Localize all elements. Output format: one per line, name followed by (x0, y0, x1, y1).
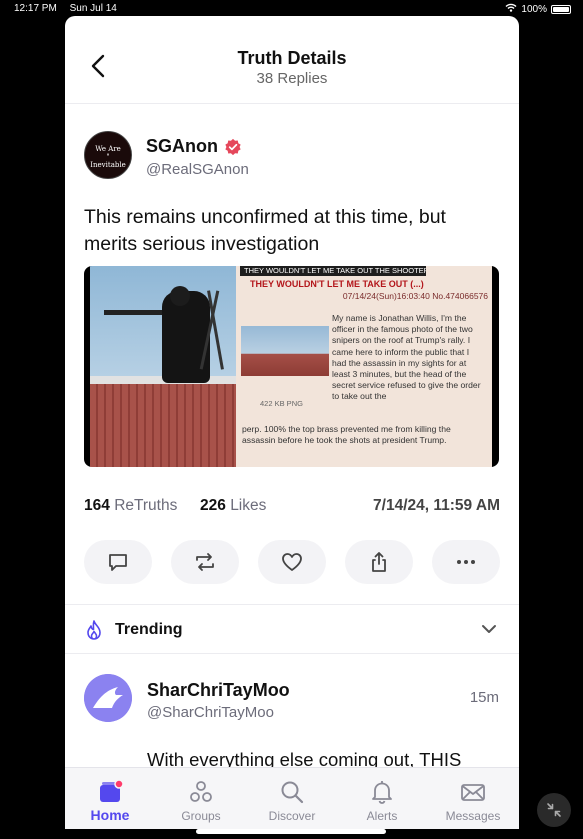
home-indicator[interactable] (196, 829, 386, 834)
handle[interactable]: @RealSGAnon (146, 161, 249, 178)
sniper-photo (90, 266, 236, 467)
share-icon (372, 552, 386, 572)
post-time: 15m (469, 689, 499, 706)
retruths-count: 164 (84, 497, 110, 514)
tab-bar: Home Groups Discover Alerts Messages (65, 767, 519, 829)
avatar[interactable]: We Are " Inevitable (84, 131, 132, 179)
screenshot-title: THEY WOULDN'T LET ME TAKE OUT (...) (250, 279, 424, 289)
avatar-text-line: We Are (95, 145, 121, 153)
screenshot-body: My name is Jonathan Willis, I'm the offi… (332, 313, 481, 402)
post-media[interactable]: THEY WOULDN'T LET ME TAKE OUT THE SHOOTE… (84, 266, 499, 467)
handle[interactable]: @SharChriTayMoo (147, 704, 274, 721)
trending-post[interactable]: SharChriTayMoo @SharChriTayMoo 15m With … (65, 664, 519, 774)
reply-button[interactable] (84, 540, 152, 584)
tab-groups[interactable]: Groups (156, 768, 246, 829)
post-stats: 164 ReTruths 226 Likes 7/14/24, 11:59 AM (84, 497, 500, 519)
groups-icon (190, 781, 212, 802)
likes-stat[interactable]: 226 Likes (200, 497, 266, 515)
tab-messages-label: Messages (445, 809, 501, 823)
truth-details-screen: Truth Details 38 Replies We Are " Inevit… (65, 16, 519, 829)
search-icon (281, 781, 304, 804)
like-button[interactable] (258, 540, 326, 584)
heart-icon (282, 553, 302, 571)
display-name[interactable]: SGAnon (146, 136, 242, 157)
tab-discover-label: Discover (268, 809, 316, 823)
tab-messages[interactable]: Messages (428, 768, 518, 829)
tab-home-label: Home (90, 807, 130, 823)
avatar-text-line: Inevitable (90, 161, 126, 169)
trending-label: Trending (115, 621, 183, 638)
more-icon (457, 560, 475, 564)
screenshot-body-continued: perp. 100% the top brass prevented me fr… (242, 424, 451, 446)
more-button[interactable] (432, 540, 500, 584)
post-timestamp: 7/14/24, 11:59 AM (373, 497, 500, 514)
retruths-label: ReTruths (114, 497, 178, 514)
flame-icon (87, 620, 101, 640)
chevron-down-icon (482, 625, 496, 633)
replies-count: 38 Replies (256, 70, 328, 87)
avatar[interactable] (84, 674, 132, 722)
display-name[interactable]: SharChriTayMoo (147, 680, 290, 701)
retruth-button[interactable] (171, 540, 239, 584)
battery-icon (551, 4, 571, 14)
status-time: 12:17 PM (14, 3, 57, 14)
bell-icon (372, 781, 392, 804)
tab-alerts[interactable]: Alerts (337, 768, 427, 829)
tab-discover[interactable]: Discover (247, 768, 337, 829)
tab-home[interactable]: Home (65, 768, 155, 829)
header: Truth Details 38 Replies (65, 16, 519, 104)
status-bar: 12:17 PM Sun Jul 14 100% (0, 0, 583, 16)
minimize-window-button[interactable] (537, 793, 571, 827)
verified-badge-icon (225, 138, 241, 155)
screenshot-file-size: 422 KB PNG (260, 399, 303, 408)
share-button[interactable] (345, 540, 413, 584)
battery-percent: 100% (521, 3, 547, 15)
envelope-icon (461, 784, 485, 801)
screenshot-thumbnail (241, 326, 329, 376)
page-title: Truth Details (237, 48, 347, 68)
reply-icon (109, 554, 127, 571)
home-icon (100, 779, 124, 802)
tab-groups-label: Groups (181, 809, 221, 823)
likes-label: Likes (230, 497, 267, 514)
wifi-icon (505, 3, 517, 15)
status-date: Sun Jul 14 (69, 3, 117, 14)
eagle-logo-icon (84, 674, 132, 722)
tab-alerts-label: Alerts (366, 809, 398, 823)
collapse-arrows-icon (547, 803, 561, 817)
post-author: We Are " Inevitable SGAnon @RealSGAnon (84, 131, 504, 181)
likes-count: 226 (200, 497, 226, 514)
forum-screenshot: THEY WOULDN'T LET ME TAKE OUT THE SHOOTE… (236, 266, 492, 467)
retruth-icon (196, 553, 214, 571)
avatar-text-line: " (106, 153, 110, 161)
retruths-stat[interactable]: 164 ReTruths (84, 497, 177, 515)
trending-section-toggle[interactable]: Trending (65, 604, 519, 654)
post-text: This remains unconfirmed at this time, b… (84, 206, 446, 255)
action-bar (84, 540, 500, 584)
display-name-text: SGAnon (146, 136, 218, 156)
screenshot-banner: THEY WOULDN'T LET ME TAKE OUT THE SHOOTE… (240, 266, 426, 276)
screenshot-meta: 07/14/24(Sun)16:03:40 No.474066576 (342, 291, 488, 301)
